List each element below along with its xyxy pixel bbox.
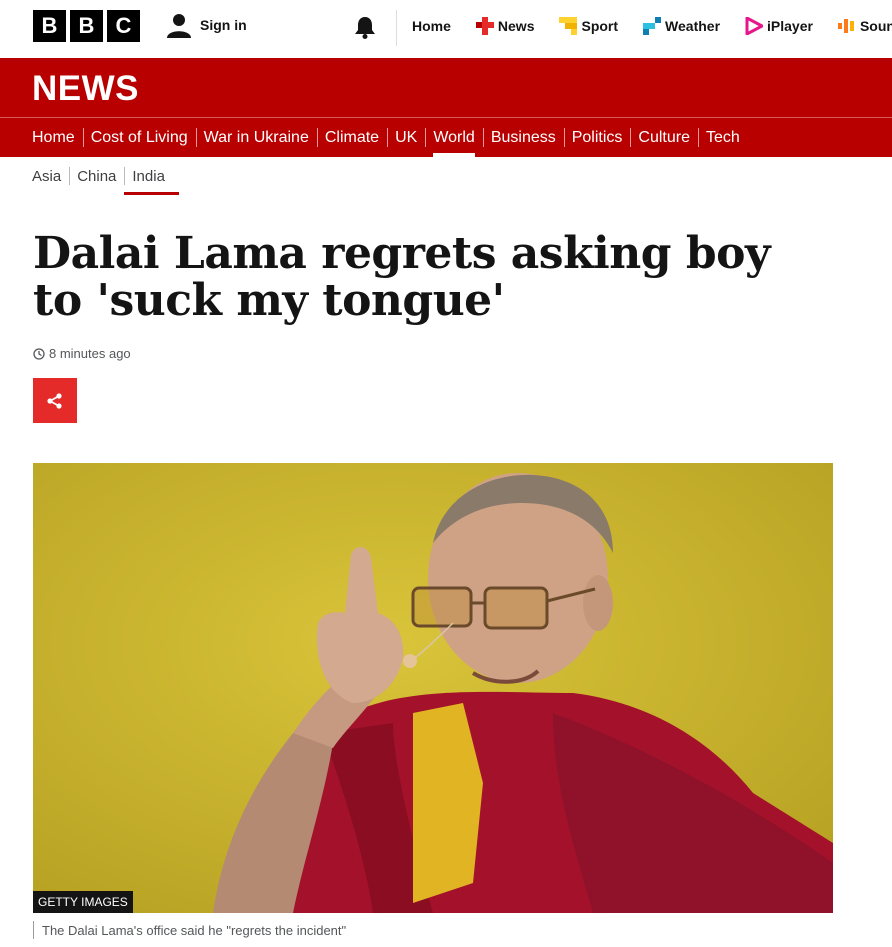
bbc-logo-letter: C [107, 10, 140, 42]
share-button[interactable] [33, 378, 77, 423]
image-caption: The Dalai Lama's office said he "regrets… [33, 921, 346, 939]
news-cross-icon [475, 17, 494, 35]
section-tech[interactable]: Tech [698, 118, 748, 157]
share-icon [47, 392, 62, 409]
notifications-button[interactable] [354, 15, 376, 44]
global-nav-sounds[interactable]: Soun [837, 17, 892, 35]
section-war-in-ukraine[interactable]: War in Ukraine [195, 118, 317, 157]
section-world[interactable]: World [425, 118, 483, 157]
section-nav: Home Cost of Living War in Ukraine Clima… [32, 118, 748, 157]
bell-icon [355, 17, 375, 39]
section-business[interactable]: Business [482, 118, 564, 157]
article-headline: Dalai Lama regrets asking boy to 'suck m… [33, 228, 771, 326]
global-nav-sport[interactable]: Sport [559, 17, 618, 35]
global-nav-iplayer-label: iPlayer [767, 18, 813, 34]
bbc-logo-letter: B [70, 10, 103, 42]
news-brand-title[interactable]: NEWS [32, 69, 139, 109]
sounds-icon [837, 19, 854, 33]
global-nav-sounds-label: Soun [859, 18, 892, 34]
global-nav-home-label: Home [412, 18, 451, 34]
global-nav-home[interactable]: Home [412, 18, 451, 34]
section-cost-of-living[interactable]: Cost of Living [82, 118, 196, 157]
sub-section-nav: Asia China India [32, 157, 179, 195]
weather-icon [643, 17, 662, 35]
global-nav: Home News Sport Weather iPlayer Soun [412, 0, 892, 52]
section-home[interactable]: Home [32, 118, 83, 157]
timestamp-text: 8 minutes ago [49, 346, 131, 361]
user-icon [167, 14, 191, 38]
section-culture[interactable]: Culture [630, 118, 698, 157]
iplayer-icon [745, 17, 764, 35]
bbc-logo[interactable]: B B C [33, 10, 140, 42]
sport-icon [559, 17, 578, 35]
global-nav-iplayer[interactable]: iPlayer [745, 17, 813, 35]
section-uk[interactable]: UK [387, 118, 425, 157]
global-nav-sport-label: Sport [581, 18, 619, 34]
global-nav-weather-label: Weather [665, 18, 721, 34]
bbc-logo-letter: B [33, 10, 66, 42]
article-lead-image: GETTY IMAGES [33, 463, 833, 913]
global-header: B B C Sign in Home News Sport Weather iP… [0, 0, 892, 58]
news-header: NEWS Home Cost of Living War in Ukraine … [0, 58, 892, 157]
clock-icon [33, 347, 45, 360]
dalai-lama-photo [33, 463, 833, 913]
global-nav-news-label: News [497, 18, 535, 34]
sign-in-link[interactable]: Sign in [166, 12, 247, 38]
header-divider [396, 10, 397, 46]
article-timestamp: 8 minutes ago [33, 346, 131, 361]
subsection-asia[interactable]: Asia [32, 157, 69, 195]
global-nav-news[interactable]: News [475, 17, 535, 35]
image-credit: GETTY IMAGES [33, 891, 133, 913]
section-climate[interactable]: Climate [316, 118, 387, 157]
global-nav-weather[interactable]: Weather [643, 17, 720, 35]
sign-in-label: Sign in [200, 17, 247, 33]
section-politics[interactable]: Politics [563, 118, 631, 157]
subsection-india[interactable]: India [124, 157, 179, 195]
subsection-china[interactable]: China [69, 157, 124, 195]
